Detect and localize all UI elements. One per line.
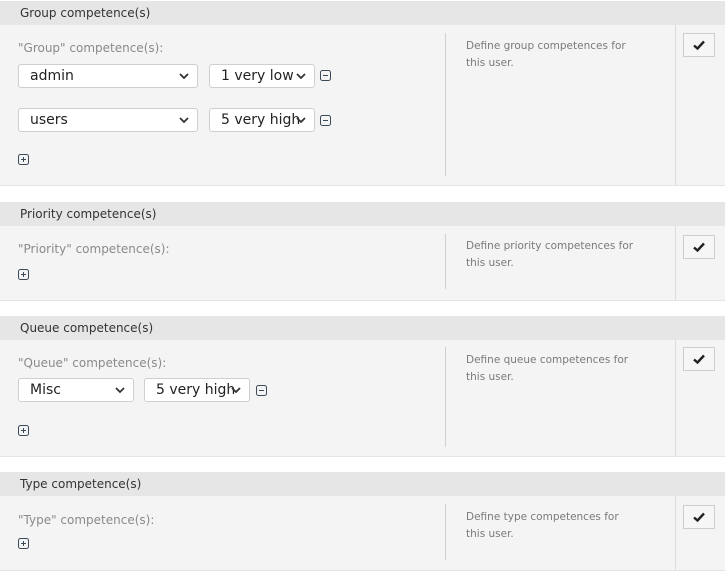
- type-competence-section: Type competence(s) "Type" competence(s):…: [0, 472, 725, 571]
- level-select[interactable]: 5 very high: [144, 378, 250, 402]
- selected-value: 5 very high: [221, 112, 301, 128]
- queue-select[interactable]: Misc: [18, 378, 134, 402]
- divider: [675, 340, 676, 456]
- section-title: Group competence(s): [0, 1, 725, 25]
- chevron-down-icon: [296, 72, 306, 80]
- divider: [445, 504, 446, 560]
- field-label: "Type" competence(s):: [18, 513, 155, 527]
- remove-row-icon[interactable]: [256, 385, 267, 396]
- field-label: "Priority" competence(s):: [18, 242, 170, 256]
- level-select[interactable]: 5 very high: [209, 108, 315, 132]
- add-row-icon[interactable]: [18, 425, 29, 436]
- divider: [445, 33, 446, 176]
- divider: [675, 496, 676, 570]
- chevron-down-icon: [115, 386, 125, 394]
- selected-value: 5 very high: [156, 382, 236, 398]
- save-button[interactable]: [683, 347, 715, 371]
- field-description: Define group competences for this user.: [466, 40, 626, 69]
- checkmark-icon: [693, 242, 705, 252]
- checkmark-icon: [693, 354, 705, 364]
- priority-competence-section: Priority competence(s) "Priority" compet…: [0, 202, 725, 301]
- section-title: Queue competence(s): [0, 316, 725, 340]
- chevron-down-icon: [179, 72, 189, 80]
- group-select[interactable]: users: [18, 108, 198, 132]
- remove-row-icon[interactable]: [320, 70, 331, 81]
- field-description: Define type competences for this user.: [466, 511, 619, 540]
- divider: [675, 25, 676, 185]
- save-button[interactable]: [683, 505, 715, 529]
- group-competence-section: Group competence(s) "Group" competence(s…: [0, 1, 725, 186]
- field-description: Define priority competences for this use…: [466, 240, 634, 269]
- field-label: "Group" competence(s):: [18, 41, 164, 55]
- add-row-icon[interactable]: [18, 269, 29, 280]
- divider: [445, 234, 446, 289]
- section-title: Priority competence(s): [0, 202, 725, 226]
- remove-row-icon[interactable]: [320, 115, 331, 126]
- checkmark-icon: [693, 512, 705, 522]
- selected-value: Misc: [30, 382, 61, 398]
- chevron-down-icon: [296, 116, 306, 124]
- add-row-icon[interactable]: [18, 538, 29, 549]
- add-row-icon[interactable]: [18, 154, 29, 165]
- save-button[interactable]: [683, 33, 715, 57]
- checkmark-icon: [693, 40, 705, 50]
- save-button[interactable]: [683, 235, 715, 259]
- divider: [445, 347, 446, 447]
- field-description: Define queue competences for this user.: [466, 354, 629, 383]
- divider: [675, 226, 676, 300]
- chevron-down-icon: [231, 386, 241, 394]
- selected-value: 1 very low: [221, 68, 294, 84]
- level-select[interactable]: 1 very low: [209, 64, 315, 88]
- field-label: "Queue" competence(s):: [18, 356, 167, 370]
- group-select[interactable]: admin: [18, 64, 198, 88]
- section-title: Type competence(s): [0, 472, 725, 496]
- chevron-down-icon: [179, 116, 189, 124]
- selected-value: users: [30, 112, 68, 128]
- queue-competence-section: Queue competence(s) "Queue" competence(s…: [0, 316, 725, 457]
- selected-value: admin: [30, 68, 74, 84]
